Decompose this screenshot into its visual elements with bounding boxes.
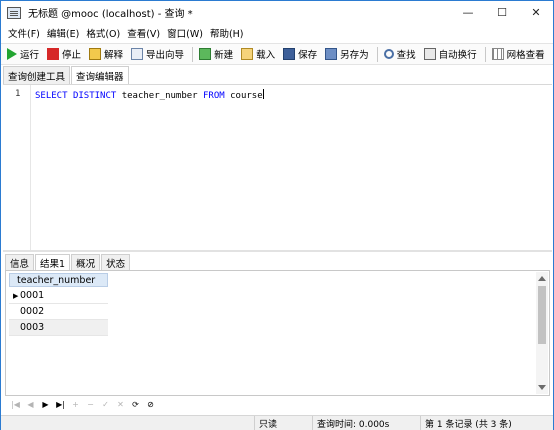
previous-record-icon[interactable]: ◀ [23, 397, 38, 411]
stop-loading-icon[interactable]: ⊘ [143, 397, 158, 411]
table-row[interactable]: 0002 [9, 304, 108, 320]
result-grid: teacher_number ▶ 0001 0002 0003 [5, 270, 550, 396]
load-label: 载入 [256, 50, 276, 61]
tab-result1[interactable]: 结果1 [35, 254, 71, 270]
last-record-icon[interactable]: ▶| [53, 397, 68, 411]
menu-edit[interactable]: 编辑(E) [44, 26, 82, 40]
refresh-icon[interactable]: ⟳ [128, 397, 143, 411]
toolbar-separator [376, 46, 378, 62]
apply-changes-icon[interactable]: ✓ [98, 397, 113, 411]
toolbar: 运行 停止 解释 导出向导 新建 载入 保存 另存为 查找 自动换行 网格查看 [1, 43, 553, 65]
sql-editor[interactable]: 1 SELECT DISTINCT teacher_number FROM co… [3, 84, 552, 250]
record-count-status: 第 1 条记录 (共 3 条) [420, 416, 552, 430]
find-button[interactable]: 查找 [381, 45, 419, 63]
table-row[interactable]: 0003 [9, 320, 108, 336]
export-wizard-button[interactable]: 导出向导 [128, 45, 187, 63]
next-record-icon[interactable]: ▶ [38, 397, 53, 411]
save-label: 保存 [298, 50, 318, 61]
menu-help[interactable]: 帮助(H) [207, 26, 247, 40]
grid-view-button[interactable]: 网格查看 [489, 45, 548, 63]
vertical-scrollbar[interactable] [536, 272, 548, 394]
grid-icon [491, 48, 504, 60]
sql-keyword: FROM [203, 91, 225, 101]
maximize-button[interactable]: ☐ [485, 1, 519, 24]
sql-keyword: DISTINCT [72, 91, 117, 101]
save-as-icon [325, 48, 338, 60]
stop-label: 停止 [62, 50, 82, 61]
explain-button[interactable]: 解释 [86, 45, 126, 63]
tab-status[interactable]: 状态 [101, 254, 131, 270]
status-bar: 只读 查询时间: 0.000s 第 1 条记录 (共 3 条) [1, 415, 553, 430]
current-row-marker-icon: ▶ [13, 292, 19, 300]
stop-icon [47, 48, 60, 60]
export-icon [131, 48, 144, 60]
sql-keyword: SELECT [35, 91, 68, 101]
toolbar-separator [192, 46, 194, 62]
grid-view-label: 网格查看 [506, 50, 545, 61]
table-row[interactable]: ▶ 0001 [9, 288, 108, 304]
run-label: 运行 [20, 50, 40, 61]
scroll-up-icon[interactable] [538, 276, 546, 281]
window-title: 无标题 @mooc (localhost) - 查询 * [28, 9, 193, 20]
sql-table-name: course [230, 91, 263, 101]
new-icon [199, 48, 212, 60]
delete-record-icon[interactable]: − [83, 397, 98, 411]
menu-bar: 文件(F) 编辑(E) 格式(O) 查看(V) 窗口(W) 帮助(H) [1, 24, 553, 42]
table-cell[interactable]: 0003 [20, 322, 44, 333]
explain-icon [89, 48, 102, 60]
sql-column-name: teacher_number [121, 91, 198, 101]
discard-changes-icon[interactable]: ✕ [113, 397, 128, 411]
title-bar: 无标题 @mooc (localhost) - 查询 * — ☐ ✕ [1, 1, 553, 24]
record-navigation-bar: |◀ ◀ ▶ ▶| + − ✓ ✕ ⟳ ⊘ [5, 396, 550, 412]
readonly-status: 只读 [254, 416, 312, 430]
line-number: 1 [15, 89, 21, 99]
word-wrap-icon [423, 48, 436, 60]
menu-view[interactable]: 查看(V) [124, 26, 163, 40]
minimize-button[interactable]: — [451, 1, 485, 24]
table-cell[interactable]: 0002 [20, 306, 44, 317]
menu-file[interactable]: 文件(F) [5, 26, 43, 40]
export-wizard-label: 导出向导 [146, 50, 185, 61]
load-button[interactable]: 载入 [238, 45, 278, 63]
word-wrap-button[interactable]: 自动换行 [421, 45, 480, 63]
tab-query-builder[interactable]: 查询创建工具 [3, 66, 71, 84]
run-icon [7, 48, 17, 60]
query-time-status: 查询时间: 0.000s [312, 416, 420, 430]
tab-info[interactable]: 信息 [5, 254, 35, 270]
word-wrap-label: 自动换行 [438, 50, 477, 61]
scroll-thumb[interactable] [538, 286, 546, 344]
window-controls: — ☐ ✕ [451, 1, 553, 24]
find-label: 查找 [396, 50, 416, 61]
new-label: 新建 [214, 50, 234, 61]
tab-overview[interactable]: 概况 [71, 254, 101, 270]
line-gutter: 1 [3, 85, 31, 250]
table-cell[interactable]: 0001 [20, 290, 44, 301]
save-as-label: 另存为 [340, 50, 369, 61]
add-record-icon[interactable]: + [68, 397, 83, 411]
toolbar-separator [484, 46, 486, 62]
menu-format[interactable]: 格式(O) [83, 26, 123, 40]
result-tab-strip: 信息 结果1 概况 状态 [5, 254, 131, 270]
explain-label: 解释 [104, 50, 124, 61]
folder-icon [241, 48, 254, 60]
search-icon [383, 49, 394, 59]
scroll-down-icon[interactable] [538, 385, 546, 390]
first-record-icon[interactable]: |◀ [8, 397, 23, 411]
menu-window[interactable]: 窗口(W) [164, 26, 206, 40]
tab-query-editor[interactable]: 查询编辑器 [71, 66, 129, 84]
close-button[interactable]: ✕ [519, 1, 553, 24]
query-window: 无标题 @mooc (localhost) - 查询 * — ☐ ✕ 文件(F)… [0, 0, 554, 430]
column-header-teacher-number[interactable]: teacher_number [9, 273, 108, 287]
save-button[interactable]: 保存 [280, 45, 320, 63]
stop-button[interactable]: 停止 [44, 45, 84, 63]
save-as-button[interactable]: 另存为 [322, 45, 372, 63]
pane-splitter[interactable] [3, 250, 552, 252]
new-button[interactable]: 新建 [196, 45, 236, 63]
text-caret [262, 89, 264, 99]
editor-tab-strip: 查询创建工具 查询编辑器 [3, 66, 130, 84]
save-icon [283, 48, 296, 60]
query-window-icon [7, 6, 21, 19]
sql-code-line[interactable]: SELECT DISTINCT teacher_number FROM cour… [35, 89, 264, 101]
run-button[interactable]: 运行 [4, 45, 42, 63]
